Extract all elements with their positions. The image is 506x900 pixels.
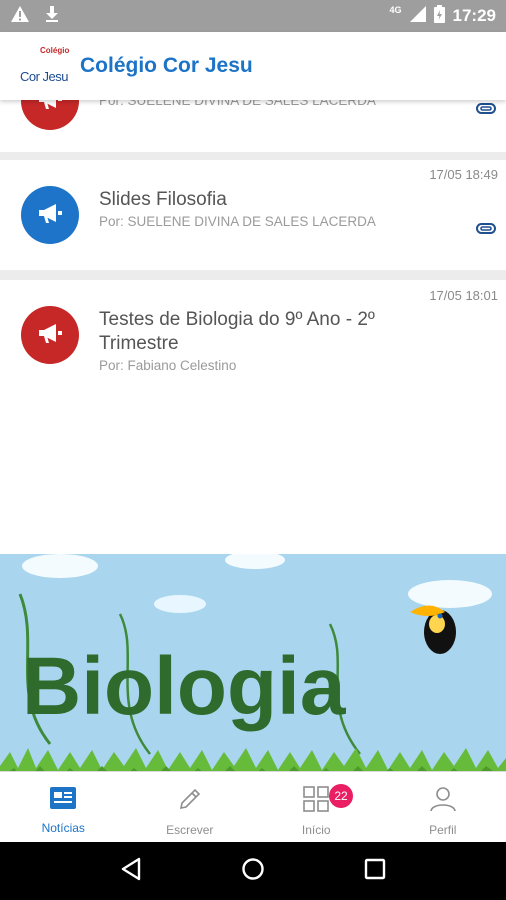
school-logo: Colégio Cor Jesu xyxy=(20,46,72,86)
post-time: 17/05 18:49 xyxy=(429,167,498,182)
post-avatar xyxy=(21,306,79,364)
screen: 4G 17:29 Colégio Cor Jesu Colégio Cor Je… xyxy=(0,0,506,900)
logo-text: Cor Jesu xyxy=(20,69,69,84)
app-title: Colégio Cor Jesu xyxy=(80,54,253,77)
news-post[interactable]: Por: SUELENE DIVINA DE SALES LACERDA xyxy=(0,100,506,152)
signal-icon xyxy=(409,5,426,27)
image-title: Biologia xyxy=(22,641,347,732)
network-type: 4G xyxy=(389,5,402,15)
post-time: 17/05 18:01 xyxy=(429,288,498,303)
back-icon[interactable] xyxy=(120,857,142,886)
nav-item-escrever[interactable]: Escrever xyxy=(127,772,254,842)
news-post[interactable]: 17/05 18:01 Testes de Biologia do 9º Ano… xyxy=(0,280,506,772)
home-icon[interactable] xyxy=(241,857,265,886)
battery-icon xyxy=(433,4,445,28)
recents-icon[interactable] xyxy=(364,858,386,885)
news-feed[interactable]: Por: SUELENE DIVINA DE SALES LACERDA 17/… xyxy=(0,100,506,772)
pencil-icon xyxy=(177,786,203,817)
person-icon xyxy=(429,786,457,817)
post-title: Slides Filosofia xyxy=(99,189,227,210)
nav-label: Perfil xyxy=(429,823,457,837)
logo-mark: Colégio xyxy=(40,46,70,55)
post-avatar xyxy=(21,100,79,130)
post-avatar xyxy=(21,186,79,244)
download-icon xyxy=(44,5,60,28)
megaphone-icon xyxy=(36,100,64,116)
megaphone-icon xyxy=(36,321,64,350)
attachment-icon xyxy=(476,102,496,120)
nav-label: Início xyxy=(301,823,331,837)
post-author: Por: SUELENE DIVINA DE SALES LACERDA xyxy=(99,100,376,108)
app-bar: Colégio Cor Jesu Colégio Cor Jesu xyxy=(0,32,506,100)
attachment-icon xyxy=(476,222,496,240)
system-nav-bar xyxy=(0,842,506,900)
nav-item-inicio[interactable]: 22 Início xyxy=(253,772,380,842)
nav-item-perfil[interactable]: Perfil xyxy=(380,772,506,842)
news-icon xyxy=(49,786,77,815)
megaphone-icon xyxy=(36,201,64,230)
grid-icon xyxy=(303,786,330,817)
nav-label: Escrever xyxy=(166,823,214,837)
post-title: Testes de Biologia do 9º Ano - 2º Trimes… xyxy=(99,309,375,354)
nav-label: Notícias xyxy=(41,821,85,835)
post-image[interactable]: Biologia xyxy=(0,551,506,772)
news-post[interactable]: 17/05 18:49 Slides Filosofia Por: SUELEN… xyxy=(0,160,506,270)
status-bar: 4G 17:29 xyxy=(0,0,506,32)
post-author: Por: SUELENE DIVINA DE SALES LACERDA xyxy=(99,214,376,229)
nav-item-noticias[interactable]: Notícias xyxy=(0,772,127,842)
warning-icon xyxy=(10,5,30,28)
post-author: Por: Fabiano Celestino xyxy=(99,358,237,373)
clock: 17:29 xyxy=(452,6,496,25)
bottom-nav: Notícias Escrever 22 Início Perfil xyxy=(0,771,506,842)
notification-badge: 22 xyxy=(329,784,353,808)
